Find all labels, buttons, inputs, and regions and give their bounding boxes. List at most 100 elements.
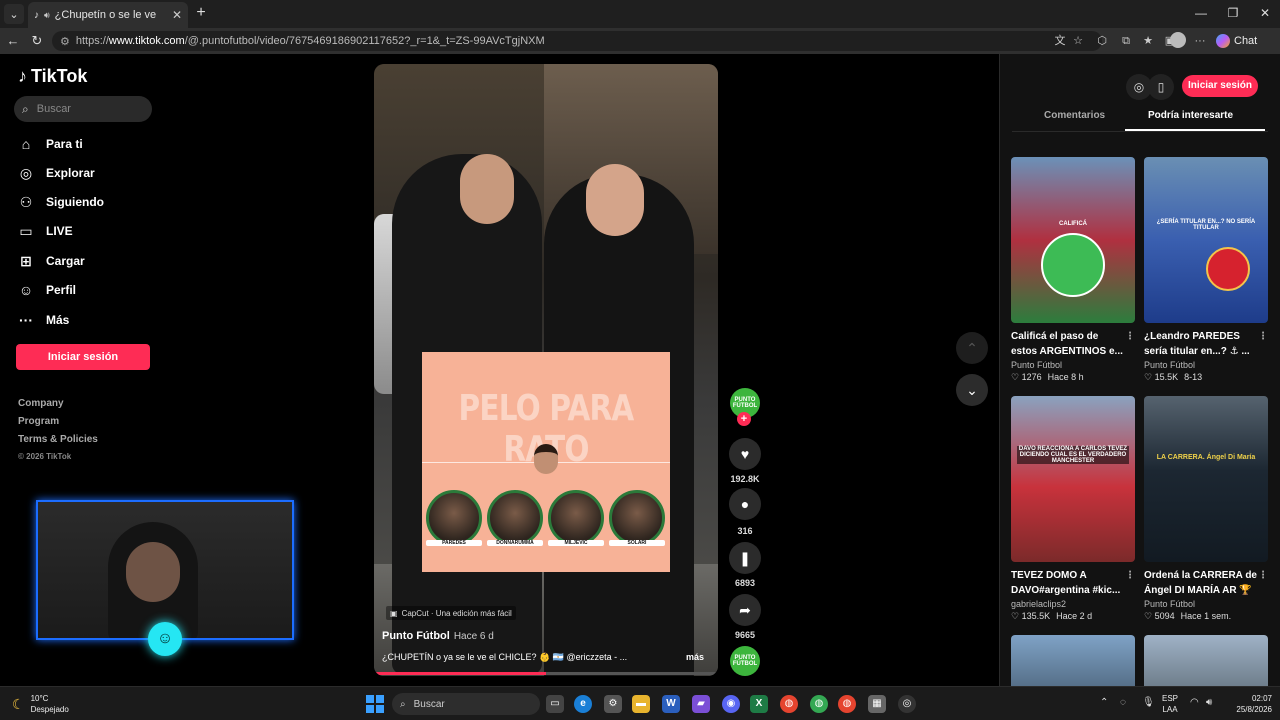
start-button[interactable] [366, 695, 384, 713]
chrome-icon[interactable]: ◍ [780, 695, 798, 713]
footer-link-program[interactable]: Program [18, 416, 59, 427]
login-button[interactable]: Iniciar sesión [16, 344, 150, 370]
card-thumbnail[interactable]: CALIFICÁ [1011, 157, 1135, 323]
chrome-profile-icon[interactable]: ◍ [810, 695, 828, 713]
video-author[interactable]: Punto Fútbol Hace 6 d [382, 630, 494, 642]
footer-link-terms[interactable]: Terms & Policies [18, 434, 98, 445]
close-window-icon[interactable]: ✕ [1250, 4, 1280, 22]
video-player[interactable]: PELO PARA RATO PAREDES DONNARUMMA MILJEV… [374, 64, 718, 676]
video-card[interactable]: ¿SERÍA TITULAR EN...? NO SERÍA TITULAR ¿… [1144, 157, 1268, 383]
split-screen-icon[interactable]: ⧉ [1118, 33, 1134, 49]
taskbar-search[interactable]: ⌕ Buscar [392, 693, 540, 715]
video-card[interactable]: DAVO REACCIONA A CARLOS TEVEZ DICIENDO C… [1011, 396, 1135, 622]
favorites-icon[interactable]: ★ [1140, 33, 1156, 49]
card-menu-icon[interactable]: ⋮ [1258, 568, 1268, 583]
thumb-caption: ¿SERÍA TITULAR EN...? NO SERÍA TITULAR [1156, 219, 1256, 231]
task-view-icon[interactable]: ▭ [546, 695, 564, 713]
weather-text: 10°C Despejado [31, 693, 69, 715]
extensions-icon[interactable]: ⬡ [1094, 33, 1110, 49]
menu-dots-icon[interactable]: ··· [1192, 33, 1208, 49]
search-input[interactable]: ⌕ Buscar [14, 96, 152, 122]
volume-icon[interactable]: 🔊︎ [1206, 697, 1212, 708]
chrome-alt-icon[interactable]: ◍ [838, 695, 856, 713]
video-card[interactable]: LA CARRERA. Ángel Di María Ordená la CAR… [1144, 396, 1268, 622]
browser-tab[interactable]: ♪ 🔊︎ ¿Chupetín o se le ve el chicle ✕ [28, 2, 188, 28]
copilot-icon [1216, 34, 1230, 48]
copilot-chat-button[interactable]: Chat [1216, 32, 1257, 50]
tray-chevron-icon[interactable]: ⌃ [1100, 697, 1108, 708]
card-author[interactable]: Punto Fútbol [1011, 360, 1135, 370]
video-card-partial[interactable] [1011, 635, 1135, 686]
more-button[interactable]: más [686, 652, 704, 662]
favorite-star-icon[interactable]: ☆ [1070, 33, 1086, 49]
speaker-icon[interactable]: 🔊︎ [44, 10, 50, 21]
settings-icon[interactable]: ⚙ [604, 695, 622, 713]
mobile-icon[interactable]: ▯ [1148, 74, 1174, 100]
video-card-partial[interactable] [1144, 635, 1268, 686]
maximize-icon[interactable]: ❐ [1218, 4, 1248, 22]
clock[interactable]: 02:07 25/8/2026 [1228, 693, 1272, 715]
obs-icon[interactable]: ◎ [898, 695, 916, 713]
language-indicator[interactable]: ESP LAA [1162, 693, 1178, 715]
weather-widget[interactable]: ☾ 10°C Despejado [12, 693, 69, 715]
save-button[interactable]: ❚ [729, 542, 761, 574]
card-thumbnail[interactable]: ¿SERÍA TITULAR EN...? NO SERÍA TITULAR [1144, 157, 1268, 323]
new-tab-button[interactable]: + [192, 4, 210, 22]
back-icon[interactable]: ← [4, 32, 22, 50]
url-field[interactable]: ⚙ https://www.tiktok.com/@.puntofutbol/v… [52, 31, 1102, 51]
card-author[interactable]: Punto Fútbol [1144, 599, 1268, 609]
excel-icon[interactable]: X [750, 695, 768, 713]
video-progress-bar[interactable] [374, 672, 718, 675]
tab-comments[interactable]: Comentarios [1044, 110, 1105, 121]
card-menu-icon[interactable]: ⋮ [1125, 568, 1135, 583]
microphone-icon[interactable]: 🎙︎ [1142, 697, 1155, 708]
comment-button[interactable]: ● [729, 488, 761, 520]
next-video-button[interactable]: ⌄ [956, 374, 988, 406]
wifi-icon[interactable]: ◠ [1190, 697, 1199, 708]
music-avatar[interactable]: PUNTO FÚTBOL [730, 646, 760, 676]
panel-login-button[interactable]: Iniciar sesión [1182, 75, 1258, 97]
store-icon[interactable]: ▦ [868, 695, 886, 713]
nav-item-explorar[interactable]: ◎ Explorar [18, 165, 95, 181]
tab-recommended[interactable]: Podría interesarte [1148, 110, 1233, 121]
capcut-badge[interactable]: ▣ CapCut · Una edición más fácil [386, 606, 516, 620]
minimize-icon[interactable]: — [1186, 4, 1216, 22]
word-icon[interactable]: W [662, 695, 680, 713]
temperature: 10°C [30, 694, 49, 703]
card-menu-icon[interactable]: ⋮ [1258, 329, 1268, 344]
reload-icon[interactable]: ↻ [28, 32, 46, 50]
site-info-icon[interactable]: ⚙ [60, 35, 70, 48]
network-icon[interactable]: ◌ [1120, 697, 1126, 708]
share-button[interactable]: ➦ [729, 594, 761, 626]
card-author[interactable]: gabrielaclips2 [1011, 599, 1135, 609]
nav-item-perfil[interactable]: ☺ Perfil [18, 282, 76, 298]
tab-list-button[interactable]: ⌄ [4, 4, 24, 24]
nav-label: Siguiendo [46, 195, 104, 209]
nav-item-live[interactable]: ▭ LIVE [18, 223, 72, 239]
purple-app-icon[interactable]: ▰ [692, 695, 710, 713]
footer-link-company[interactable]: Company [18, 398, 64, 409]
follow-plus-button[interactable]: + [737, 412, 751, 426]
profile-avatar-icon[interactable] [1170, 32, 1186, 48]
card-menu-icon[interactable]: ⋮ [1125, 329, 1135, 344]
tiktok-logo[interactable]: ♪ TikTok [18, 66, 87, 87]
card-thumbnail[interactable]: DAVO REACCIONA A CARLOS TEVEZ DICIENDO C… [1011, 396, 1135, 562]
nav-item-mas[interactable]: ··· Más [18, 312, 69, 328]
home-icon: ⌂ [21, 136, 31, 152]
translate-icon[interactable]: 文 [1052, 33, 1068, 49]
file-explorer-icon[interactable]: ▬ [632, 695, 650, 713]
nav-item-para-ti[interactable]: ⌂ Para ti [18, 136, 83, 152]
like-button[interactable]: ♥ [729, 438, 761, 470]
edge-icon[interactable]: e [574, 695, 592, 713]
discord-icon[interactable]: ◉ [722, 695, 740, 713]
video-card[interactable]: CALIFICÁ Calificá el paso de estos ARGEN… [1011, 157, 1135, 383]
nav-item-cargar[interactable]: ⊞ Cargar [18, 253, 85, 269]
previous-video-button[interactable]: ⌃ [956, 332, 988, 364]
tab-close-button[interactable]: ✕ [172, 8, 182, 22]
card-meta: ♡ 135.5K Hace 2 d [1011, 611, 1135, 622]
nav-item-siguiendo[interactable]: ⚇ Siguiendo [18, 194, 104, 210]
heart-outline-icon: ♡ 5094 [1144, 611, 1175, 621]
address-bar-row: ← ↻ ⚙ https://www.tiktok.com/@.puntofutb… [0, 28, 1280, 54]
card-author[interactable]: Punto Fútbol [1144, 360, 1268, 370]
card-thumbnail[interactable]: LA CARRERA. Ángel Di María [1144, 396, 1268, 562]
